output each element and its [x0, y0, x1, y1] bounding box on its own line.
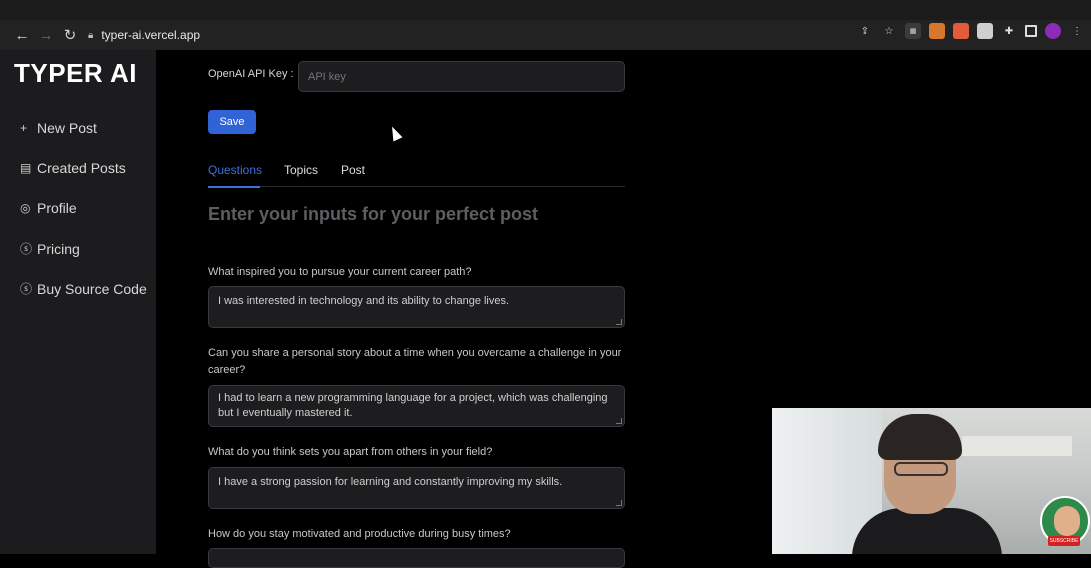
sidebar-icon[interactable] [1025, 25, 1037, 37]
share-icon[interactable]: ⇪ [857, 23, 873, 39]
metamask-icon[interactable] [929, 23, 945, 39]
browser-top-strip [0, 0, 1091, 20]
mouse-cursor-icon [387, 124, 403, 142]
subscribe-badge: SUBSCRIBE [1048, 536, 1080, 546]
api-key-input[interactable] [298, 61, 625, 92]
sidebar-item-buy-source-code[interactable]: ⓢ Buy Source Code [20, 280, 147, 297]
tab-questions[interactable]: Questions [208, 163, 263, 188]
answer-textarea[interactable]: I had to learn a new programming languag… [208, 385, 625, 427]
save-button[interactable]: Save [208, 110, 256, 134]
answer-textarea[interactable]: I have a strong passion for learning and… [208, 467, 625, 509]
reload-button[interactable]: ↻ [58, 23, 82, 47]
arrow-right-icon: → [38, 26, 54, 44]
tab-label: Topics [284, 163, 319, 177]
list-icon: ▤ [20, 161, 32, 175]
sidebar-item-profile[interactable]: ◎ Profile [20, 200, 77, 216]
sidebar-item-label: Pricing [37, 240, 80, 257]
address-bar[interactable]: 🔒︎ typer-ai.vercel.app [88, 23, 200, 47]
question-label: Can you share a personal story about a t… [208, 347, 622, 376]
tab-label: Post [341, 163, 366, 177]
extension-b-icon[interactable] [953, 23, 969, 39]
webcam-background-shelf [962, 436, 1072, 456]
reload-icon: ↻ [63, 27, 77, 44]
api-key-label: OpenAI API Key : [208, 68, 294, 80]
back-button[interactable]: ← [10, 23, 34, 47]
avatar-face [1054, 506, 1080, 536]
star-icon[interactable]: ☆ [881, 23, 897, 39]
tab-topics[interactable]: Topics [284, 163, 318, 187]
tab-bar: Questions Topics Post [208, 163, 625, 188]
question-label: What do you think sets you apart from ot… [208, 446, 493, 458]
answer-textarea[interactable] [208, 548, 625, 568]
webcam-person-body [852, 508, 1002, 554]
resize-handle-icon[interactable] [616, 319, 622, 325]
sidebar: TYPER AI + New Post ▤ Created Posts ◎ Pr… [0, 50, 156, 554]
extension-c-icon[interactable] [977, 23, 993, 39]
dollar-icon: ⓢ [20, 242, 33, 256]
question-label: What inspired you to pursue your current… [208, 266, 472, 278]
webcam-person-hair [878, 414, 962, 460]
answer-text: I had to learn a new programming languag… [218, 392, 608, 419]
question-label: How do you stay motivated and productive… [208, 528, 511, 540]
dollar-icon: ⓢ [20, 282, 33, 296]
sidebar-item-label: New Post [37, 120, 97, 136]
app-logo[interactable]: TYPER AI [14, 58, 137, 89]
plus-icon: + [20, 121, 28, 135]
webcam-person-glasses [894, 462, 948, 476]
forward-button[interactable]: → [34, 23, 58, 47]
sidebar-item-pricing[interactable]: ⓢ Pricing [20, 240, 80, 257]
profile-icon[interactable] [1045, 23, 1061, 39]
sidebar-item-label: Created Posts [37, 160, 126, 176]
answer-textarea[interactable]: I was interested in technology and its a… [208, 286, 625, 328]
sidebar-item-new-post[interactable]: + New Post [20, 120, 97, 136]
resize-handle-icon[interactable] [616, 418, 622, 424]
user-icon: ◎ [20, 201, 31, 215]
puzzle-icon[interactable]: ✚ [1001, 23, 1017, 39]
answer-text: I have a strong passion for learning and… [218, 476, 563, 488]
browser-toolbar: ← → ↻ 🔒︎ typer-ai.vercel.app ⇪ ☆ ▦ ✚ ⋮ [0, 20, 1091, 50]
sidebar-item-label: Buy Source Code [37, 280, 147, 297]
active-tab-indicator [208, 186, 260, 188]
extension-a-icon[interactable]: ▦ [905, 23, 921, 39]
browser-actions: ⇪ ☆ ▦ ✚ ⋮ [857, 23, 1085, 39]
arrow-left-icon: ← [14, 26, 30, 44]
sidebar-item-created-posts[interactable]: ▤ Created Posts [20, 160, 126, 176]
page-heading: Enter your inputs for your perfect post [208, 204, 539, 224]
lock-icon: 🔒︎ [88, 29, 94, 41]
tab-post[interactable]: Post [341, 163, 365, 187]
url-text: typer-ai.vercel.app [101, 28, 201, 42]
tab-label: Questions [208, 163, 263, 177]
resize-handle-icon[interactable] [616, 500, 622, 506]
menu-icon[interactable]: ⋮ [1069, 23, 1085, 39]
sidebar-item-label: Profile [37, 200, 77, 216]
answer-text: I was interested in technology and its a… [218, 295, 510, 307]
